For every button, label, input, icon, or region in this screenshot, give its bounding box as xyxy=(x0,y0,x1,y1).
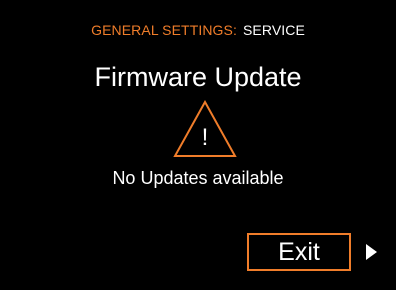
page-title: Firmware Update xyxy=(94,62,302,92)
warning-glyph: ! xyxy=(202,124,209,151)
breadcrumb-subsection: SERVICE xyxy=(242,22,305,38)
exit-button[interactable]: Exit xyxy=(247,233,351,271)
status-message: No Updates available xyxy=(112,168,284,188)
firmware-update-screen: GENERAL SETTINGS: SERVICE Firmware Update… xyxy=(0,0,396,290)
chevron-right-icon[interactable] xyxy=(366,244,377,260)
warning-triangle-icon: ! xyxy=(173,100,237,158)
breadcrumb-section: GENERAL SETTINGS: xyxy=(91,22,237,38)
breadcrumb: GENERAL SETTINGS: SERVICE xyxy=(0,22,396,38)
